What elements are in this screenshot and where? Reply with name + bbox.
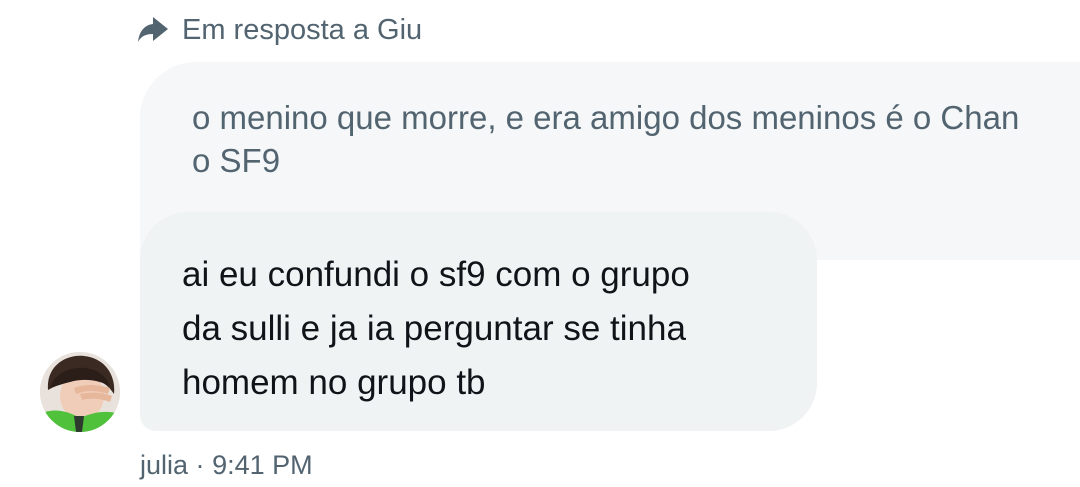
message-time: 9:41 PM (212, 450, 313, 480)
reply-context[interactable]: Em resposta a Giu (138, 10, 422, 50)
message-author[interactable]: julia (140, 450, 188, 480)
quoted-message-text: o menino que morre, e era amigo dos meni… (192, 99, 1020, 179)
reply-context-label: Em resposta a Giu (182, 13, 423, 46)
message-text: ai eu confundi o sf9 com o grupo da sull… (182, 255, 690, 402)
user-avatar-icon (40, 352, 120, 432)
meta-separator: · (195, 450, 205, 480)
message-meta: julia · 9:41 PM (140, 448, 313, 482)
reply-arrow-icon (138, 17, 168, 43)
avatar[interactable] (40, 352, 120, 432)
message-bubble[interactable]: ai eu confundi o sf9 com o grupo da sull… (140, 212, 817, 431)
